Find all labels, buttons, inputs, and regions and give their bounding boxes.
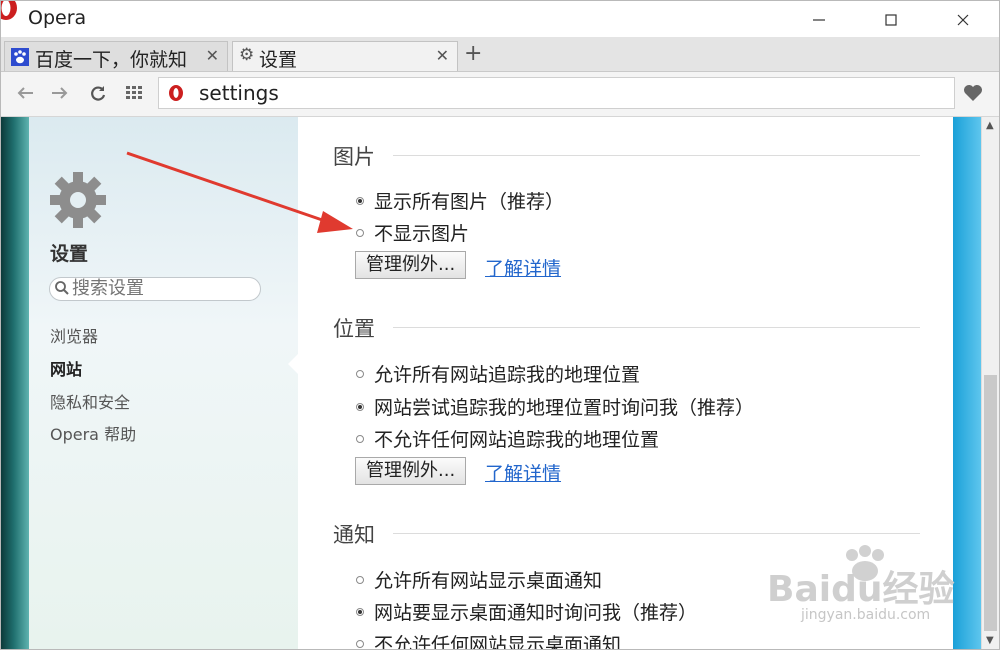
scroll-down-icon[interactable]: ▼ — [986, 635, 994, 646]
tab-title: 设置 — [259, 49, 298, 71]
tab-settings[interactable]: ⚙ 设置 ✕ — [232, 41, 458, 71]
sidebar-item-help[interactable]: Opera 帮助 — [50, 421, 136, 445]
sidebar-item-websites[interactable]: 网站 — [50, 356, 82, 380]
watermark-text: Baidu经验 — [767, 569, 954, 610]
radio-label: 显示所有图片（推荐） — [374, 191, 565, 213]
radio-block-notifications[interactable]: 不允许任何网站显示桌面通知 — [356, 630, 621, 649]
radio-dot[interactable] — [356, 402, 364, 411]
sidebar-item-browser[interactable]: 浏览器 — [50, 323, 98, 347]
maximize-icon — [885, 14, 897, 26]
radio-label: 网站尝试追踪我的地理位置时询问我（推荐） — [374, 397, 755, 419]
tab-close-icon[interactable]: ✕ — [436, 46, 449, 65]
watermark-sub: jingyan.baidu.com — [801, 607, 931, 623]
radio-label: 不显示图片 — [374, 223, 470, 245]
radio-label: 网站要显示桌面通知时询问我（推荐） — [374, 602, 698, 624]
close-icon — [957, 14, 969, 26]
settings-gear-icon — [50, 172, 106, 228]
radio-ask-notifications[interactable]: 网站要显示桌面通知时询问我（推荐） — [356, 598, 697, 625]
address-url: settings — [199, 81, 279, 105]
paw-icon — [11, 48, 29, 66]
radio-dot[interactable] — [356, 369, 364, 378]
radio-label: 不允许任何网站显示桌面通知 — [374, 634, 622, 649]
toolbar: settings — [1, 72, 999, 117]
back-arrow-icon — [17, 87, 33, 99]
tab-title: 百度一下，你就知 — [35, 49, 188, 71]
radio-allow-location[interactable]: 允许所有网站追踪我的地理位置 — [356, 360, 640, 387]
minimize-button[interactable] — [796, 5, 842, 35]
radio-dot[interactable] — [356, 575, 364, 584]
reload-icon — [91, 86, 106, 101]
new-tab-button[interactable]: + — [464, 41, 482, 66]
search-input[interactable] — [72, 278, 252, 298]
radio-dot[interactable] — [356, 196, 364, 205]
section-title-images: 图片 — [333, 145, 375, 169]
location-learn-more-link[interactable]: 了解详情 — [485, 459, 561, 486]
images-learn-more-link[interactable]: 了解详情 — [485, 254, 561, 281]
forward-button[interactable] — [48, 81, 72, 105]
background-decoration — [1, 117, 29, 649]
opera-badge-icon — [169, 85, 183, 101]
sidebar-title: 设置 — [50, 243, 89, 265]
close-button[interactable] — [940, 5, 986, 35]
title-bar: Opera — [1, 1, 999, 37]
tab-close-icon[interactable]: ✕ — [206, 46, 219, 65]
tab-baidu[interactable]: 百度一下，你就知 ✕ — [4, 41, 228, 71]
maximize-button[interactable] — [868, 5, 914, 35]
section-title-notifications: 通知 — [333, 523, 375, 547]
scroll-up-icon[interactable]: ▲ — [986, 120, 994, 131]
speed-dial-button[interactable] — [122, 81, 146, 105]
radio-block-location[interactable]: 不允许任何网站追踪我的地理位置 — [356, 425, 659, 452]
grid-icon — [126, 86, 142, 99]
gear-icon: ⚙ — [239, 45, 255, 65]
browser-window: Opera 百度一下，你就知 ✕ ⚙ 设置 ✕ + settings 设置 搜索… — [0, 0, 1000, 650]
bookmark-button[interactable] — [955, 77, 991, 109]
radio-dot[interactable] — [356, 607, 364, 616]
address-bar[interactable]: settings — [158, 77, 955, 109]
reload-button[interactable] — [86, 81, 110, 105]
section-divider — [393, 533, 920, 534]
sidebar-item-privacy[interactable]: 隐私和安全 — [50, 389, 130, 413]
radio-label: 允许所有网站显示桌面通知 — [374, 570, 603, 592]
radio-allow-notifications[interactable]: 允许所有网站显示桌面通知 — [356, 566, 602, 593]
heart-icon — [964, 85, 982, 101]
forward-arrow-icon — [52, 87, 68, 99]
radio-no-images[interactable]: 不显示图片 — [356, 219, 469, 246]
radio-label: 不允许任何网站追踪我的地理位置 — [374, 429, 660, 451]
window-title: Opera — [28, 7, 87, 29]
images-manage-exceptions-button[interactable]: 管理例外... — [355, 251, 467, 279]
section-title-location: 位置 — [333, 317, 375, 341]
radio-show-all-images[interactable]: 显示所有图片（推荐） — [356, 187, 564, 214]
section-divider — [393, 327, 920, 328]
search-icon — [55, 281, 69, 295]
minimize-icon — [813, 19, 825, 21]
location-manage-exceptions-button[interactable]: 管理例外... — [355, 457, 467, 485]
vertical-scrollbar[interactable]: ▲ ▼ — [981, 117, 999, 649]
back-button[interactable] — [13, 81, 37, 105]
tab-bar: 百度一下，你就知 ✕ ⚙ 设置 ✕ + — [1, 37, 999, 72]
settings-search[interactable] — [49, 277, 261, 301]
radio-label: 允许所有网站追踪我的地理位置 — [374, 364, 641, 386]
section-divider — [393, 155, 920, 156]
radio-dot[interactable] — [356, 639, 364, 648]
scrollbar-thumb[interactable] — [984, 375, 997, 631]
radio-dot[interactable] — [356, 434, 364, 443]
opera-logo-icon — [1, 1, 17, 20]
radio-ask-location[interactable]: 网站尝试追踪我的地理位置时询问我（推荐） — [356, 393, 754, 420]
radio-dot[interactable] — [356, 228, 364, 237]
settings-sidebar: 设置 浏览器 网站 隐私和安全 Opera 帮助 — [29, 117, 299, 649]
